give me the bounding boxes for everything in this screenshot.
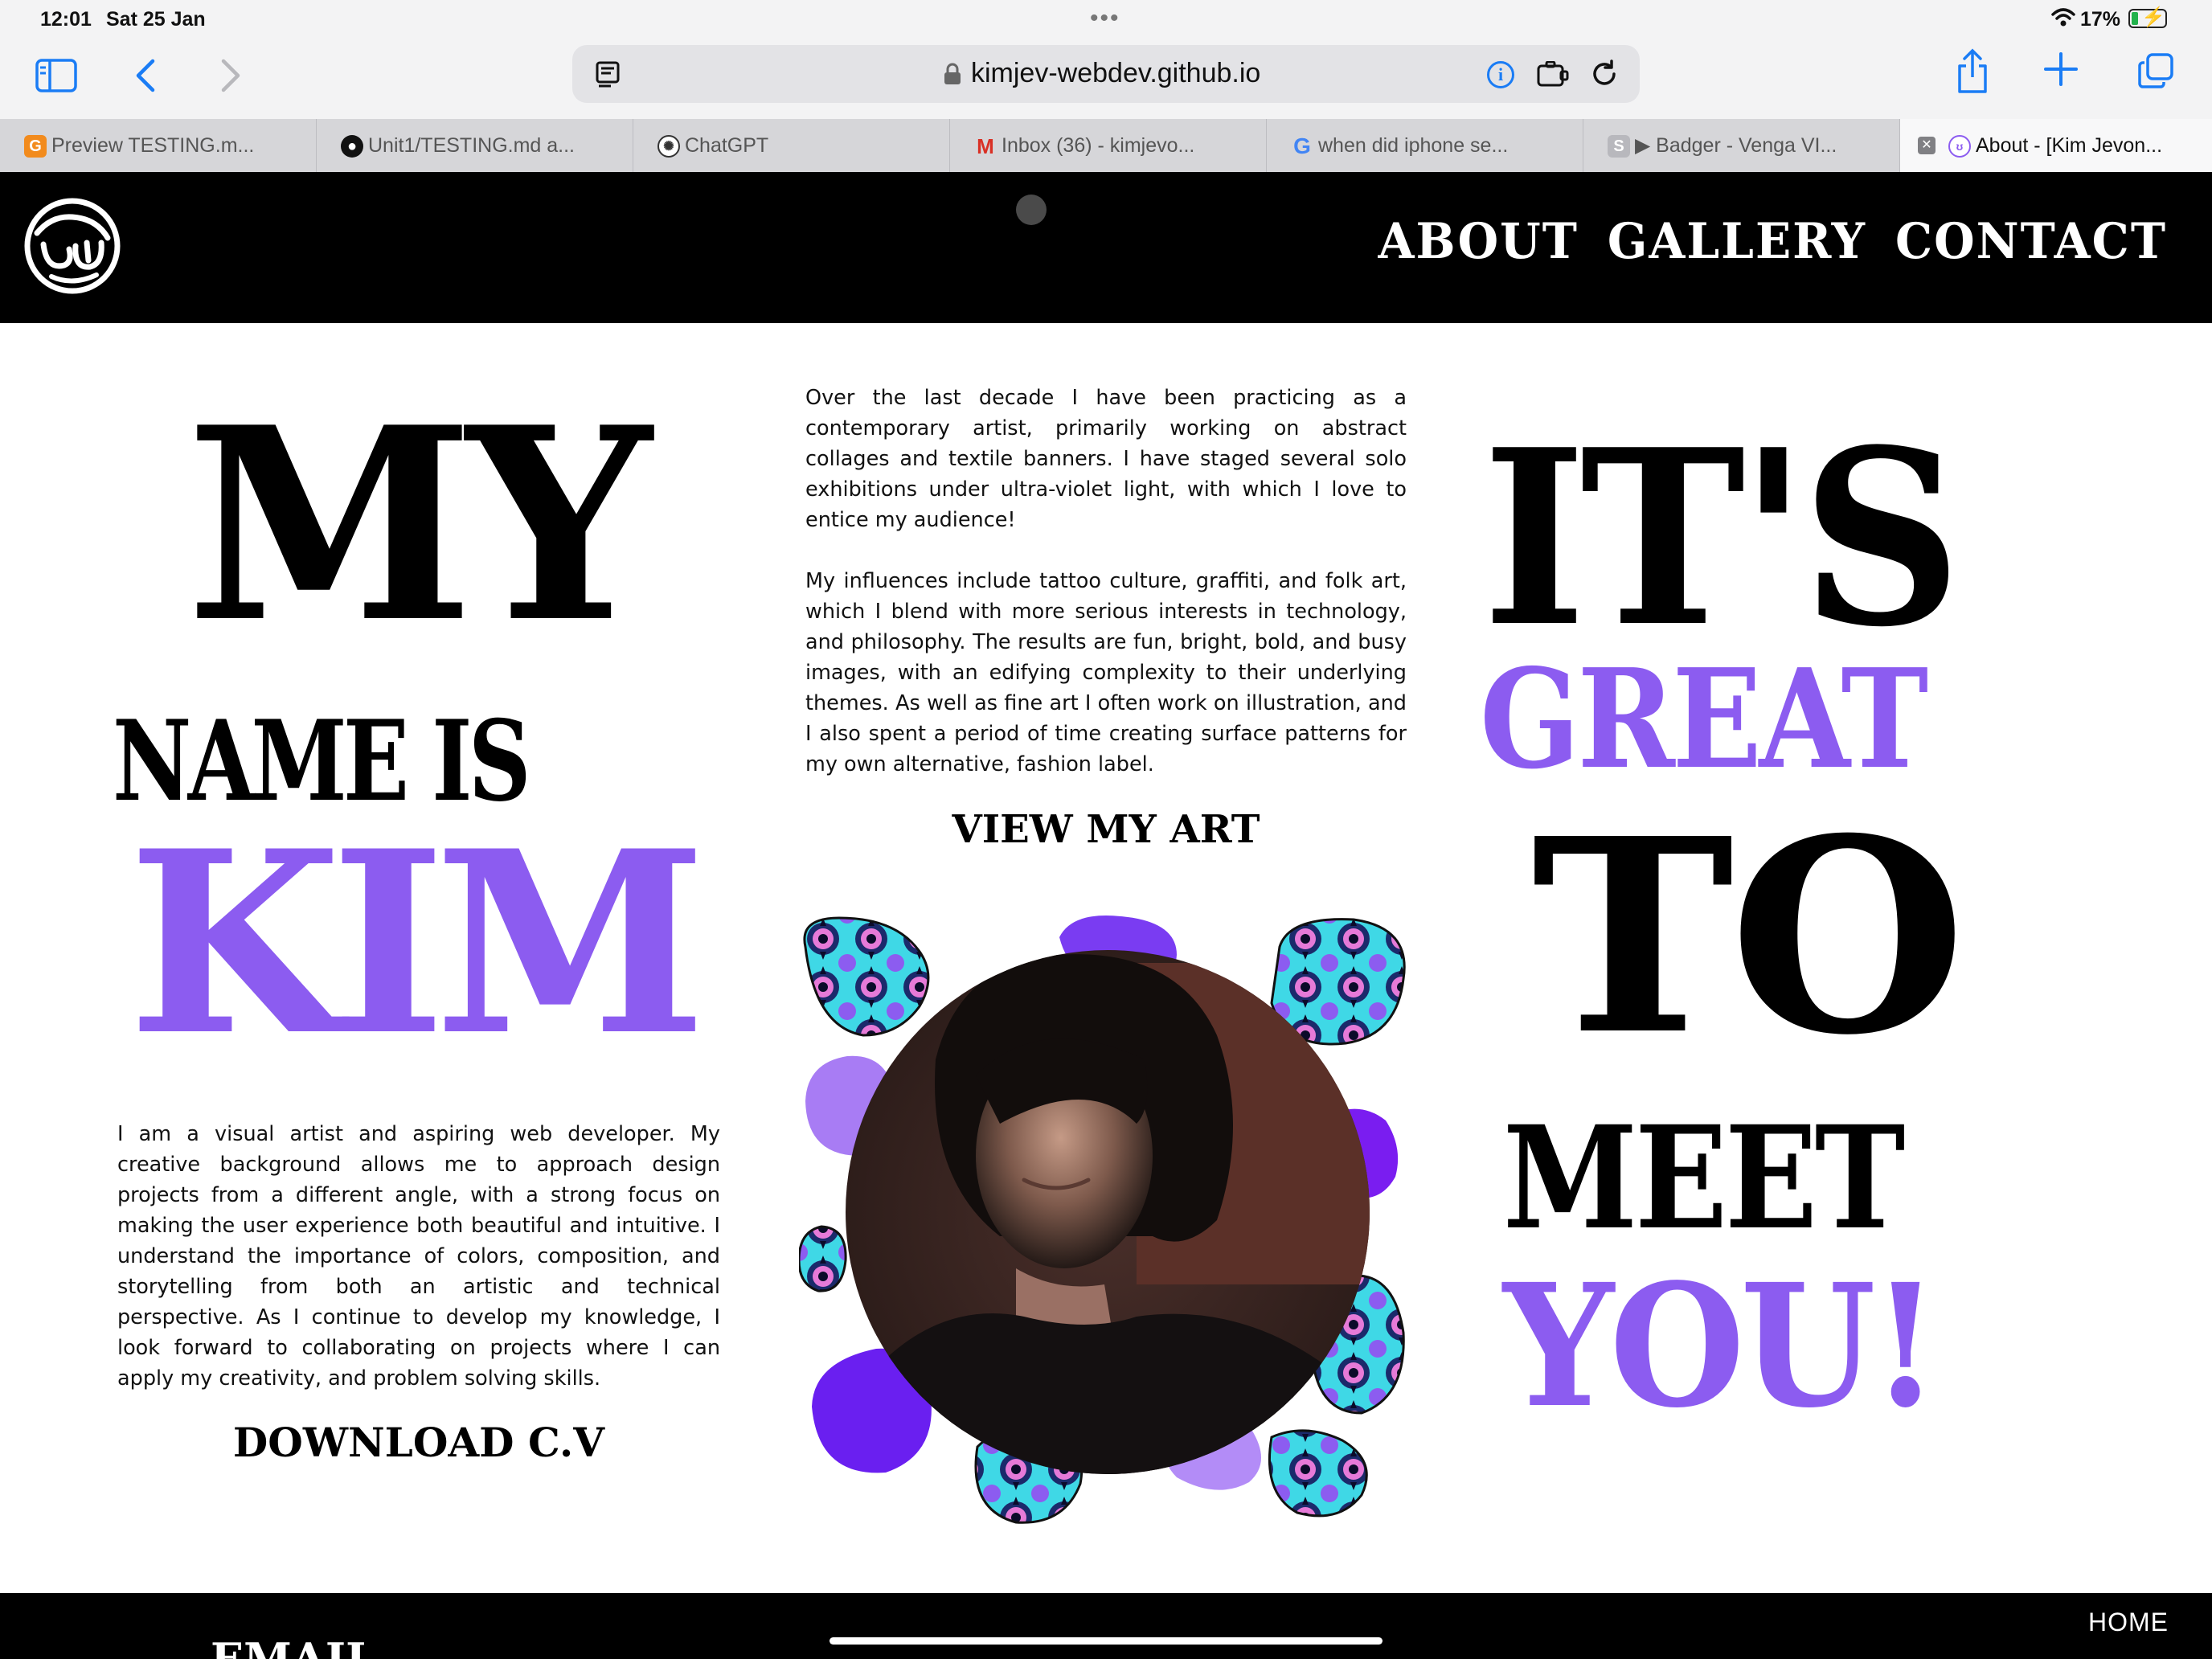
site-footer: EMAIL ▬▬ ▬▬ ▬▬ HOME	[0, 1593, 2212, 1659]
back-chevron-icon[interactable]	[129, 55, 161, 96]
status-date: Sat 25 Jan	[106, 8, 206, 31]
reload-icon[interactable]	[1590, 59, 1619, 88]
battery-icon: ⚡	[2128, 6, 2167, 28]
headline-my: MY	[186, 369, 652, 681]
browser-tab[interactable]: G when did iphone se...	[1267, 119, 1583, 172]
intro-paragraph-1: Over the last decade I have been practic…	[805, 386, 1407, 532]
view-my-art-link[interactable]: VIEW MY ART	[805, 810, 1407, 849]
headline-meet: MEET	[1502, 1095, 1906, 1261]
extensions-icon[interactable]	[1537, 61, 1571, 88]
headline-kim: KIM	[128, 796, 707, 1091]
chatgpt-favicon-icon: ✺	[657, 135, 680, 158]
gmail-favicon-icon: M	[977, 133, 994, 158]
tab-strip: G Preview TESTING.m... ● Unit1/TESTING.m…	[0, 119, 2212, 172]
browser-tab-active[interactable]: ✕ ʊ About - [Kim Jevon...	[1900, 119, 2212, 172]
browser-toolbar: kimjev-webdev.github.io i	[0, 40, 2212, 119]
multitasking-dots-icon[interactable]: •••	[1090, 5, 1120, 32]
footer-email-heading[interactable]: EMAIL	[211, 1633, 376, 1659]
share-icon[interactable]	[1955, 48, 1990, 95]
browser-tab[interactable]: ✺ ChatGPT	[633, 119, 950, 172]
headline-you: YOU!	[1503, 1247, 1940, 1445]
lock-icon	[944, 63, 961, 84]
browser-tab[interactable]: S ▶ Badger - Venga VI...	[1583, 119, 1900, 172]
camera-indicator	[1016, 195, 1047, 225]
headline-great: GREAT	[1479, 639, 1928, 800]
wifi-icon	[2051, 8, 2075, 27]
page-menu-icon[interactable]	[595, 61, 622, 88]
tab-title: Unit1/TESTING.md a...	[368, 133, 576, 157]
nav-gallery-link[interactable]: GALLERY	[1608, 212, 1866, 269]
preview-favicon-icon: G	[24, 135, 47, 158]
tab-title: when did iphone se...	[1318, 133, 1509, 157]
site-header: ABOUT GALLERY CONTACT	[0, 172, 2212, 323]
site-nav: ABOUT GALLERY CONTACT	[1378, 212, 2167, 269]
forward-chevron-icon[interactable]	[215, 55, 248, 96]
browser-tab[interactable]: G Preview TESTING.m...	[0, 119, 317, 172]
tab-title: Inbox (36) - kimjevo...	[1002, 133, 1195, 157]
url-text[interactable]: kimjev-webdev.github.io	[971, 58, 1260, 89]
status-time: 12:01	[40, 8, 92, 31]
headline-to: TO	[1531, 780, 1966, 1094]
kim-logo-favicon-icon: ʊ	[1948, 135, 1971, 158]
bio-paragraph: I am a visual artist and aspiring web de…	[117, 1122, 720, 1391]
nav-contact-link[interactable]: CONTACT	[1895, 212, 2167, 269]
browser-tab[interactable]: ● Unit1/TESTING.md a...	[317, 119, 633, 172]
browser-tab[interactable]: M Inbox (36) - kimjevo...	[950, 119, 1267, 172]
home-indicator[interactable]	[830, 1637, 1382, 1645]
headline-its: IT'S	[1482, 396, 1961, 680]
info-icon[interactable]: i	[1487, 61, 1514, 88]
nav-about-link[interactable]: ABOUT	[1378, 212, 1578, 269]
github-favicon-icon: ●	[341, 135, 363, 158]
tab-title: Preview TESTING.m...	[51, 133, 255, 157]
address-bar[interactable]: kimjev-webdev.github.io i	[572, 45, 1640, 103]
tab-title: About - [Kim Jevon...	[1976, 133, 2163, 157]
tab-overview-icon[interactable]	[2138, 53, 2173, 88]
footer-home-link[interactable]: HOME	[2088, 1608, 2169, 1637]
close-tab-icon[interactable]: ✕	[1918, 137, 1936, 154]
s-favicon-icon: S	[1608, 135, 1630, 158]
portrait-artwork	[799, 916, 1406, 1524]
status-bar: 12:01 Sat 25 Jan ••• 17% ⚡	[0, 0, 2212, 40]
site-logo-icon[interactable]	[23, 196, 122, 296]
tab-title: ▶ Badger - Venga VI...	[1635, 134, 1837, 157]
tab-title: ChatGPT	[685, 133, 769, 157]
intro-paragraph-2: My influences include tattoo culture, gr…	[805, 569, 1407, 776]
download-cv-link[interactable]: DOWNLOAD C.V	[117, 1423, 720, 1463]
new-tab-plus-icon[interactable]	[2042, 50, 2080, 88]
footer-heading-partial: ▬▬ ▬▬ ▬▬	[932, 1648, 1534, 1659]
google-favicon-icon: G	[1293, 133, 1311, 158]
battery-percentage: 17%	[2080, 8, 2121, 31]
sidebar-toggle-icon[interactable]	[34, 56, 79, 95]
